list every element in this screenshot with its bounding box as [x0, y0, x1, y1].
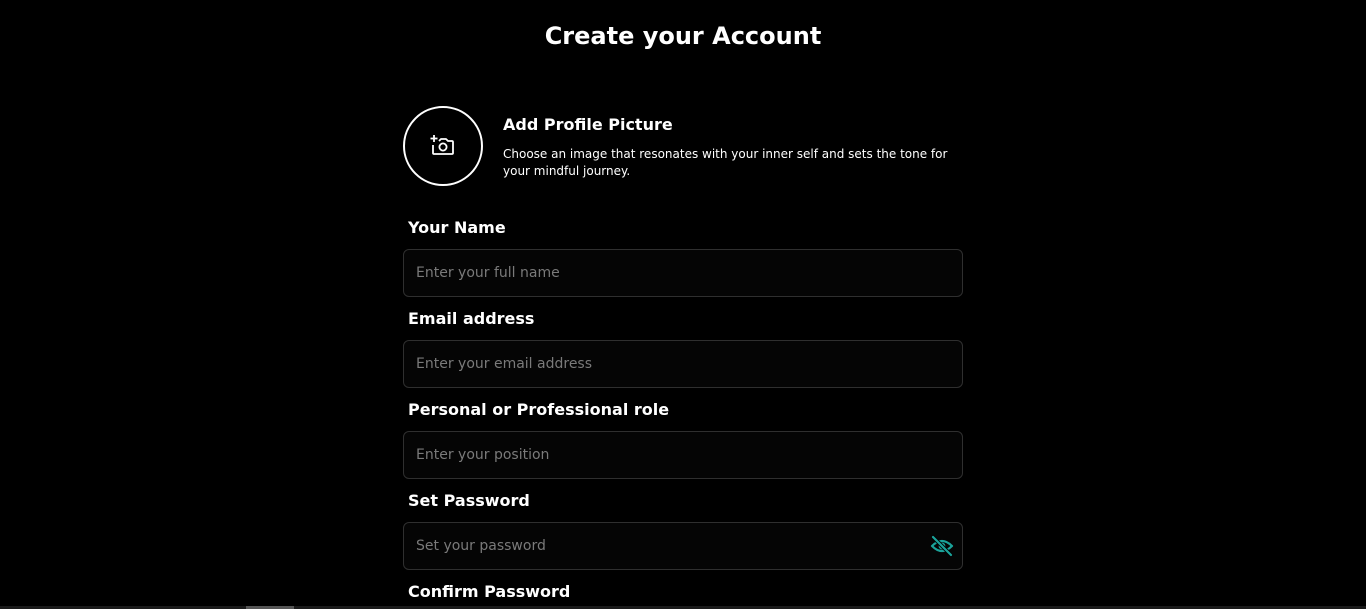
profile-picture-description: Choose an image that resonates with your… [503, 147, 948, 178]
name-input[interactable] [404, 250, 962, 296]
password-field [403, 522, 963, 570]
page-title: Create your Account [544, 22, 822, 50]
signup-form: Add Profile Picture Choose an image that… [403, 106, 963, 601]
name-label: Your Name [408, 218, 506, 237]
eye-off-icon[interactable] [930, 535, 954, 557]
role-label: Personal or Professional role [408, 400, 670, 419]
profile-picture-title: Add Profile Picture [503, 115, 673, 134]
name-field [403, 249, 963, 297]
password-label: Set Password [408, 491, 530, 510]
add-photo-icon [430, 135, 454, 155]
profile-picture-text: Add Profile Picture Choose an image that… [503, 115, 973, 180]
role-input[interactable] [404, 432, 962, 478]
profile-picture-upload-button[interactable] [403, 106, 483, 186]
profile-picture-section: Add Profile Picture Choose an image that… [403, 106, 963, 186]
confirm-password-label: Confirm Password [408, 582, 571, 601]
email-input[interactable] [404, 341, 962, 387]
email-label: Email address [408, 309, 535, 328]
password-input[interactable] [404, 523, 962, 569]
create-account-page: Create your Account Add Profile Picture … [0, 0, 1366, 609]
email-field [403, 340, 963, 388]
role-field [403, 431, 963, 479]
